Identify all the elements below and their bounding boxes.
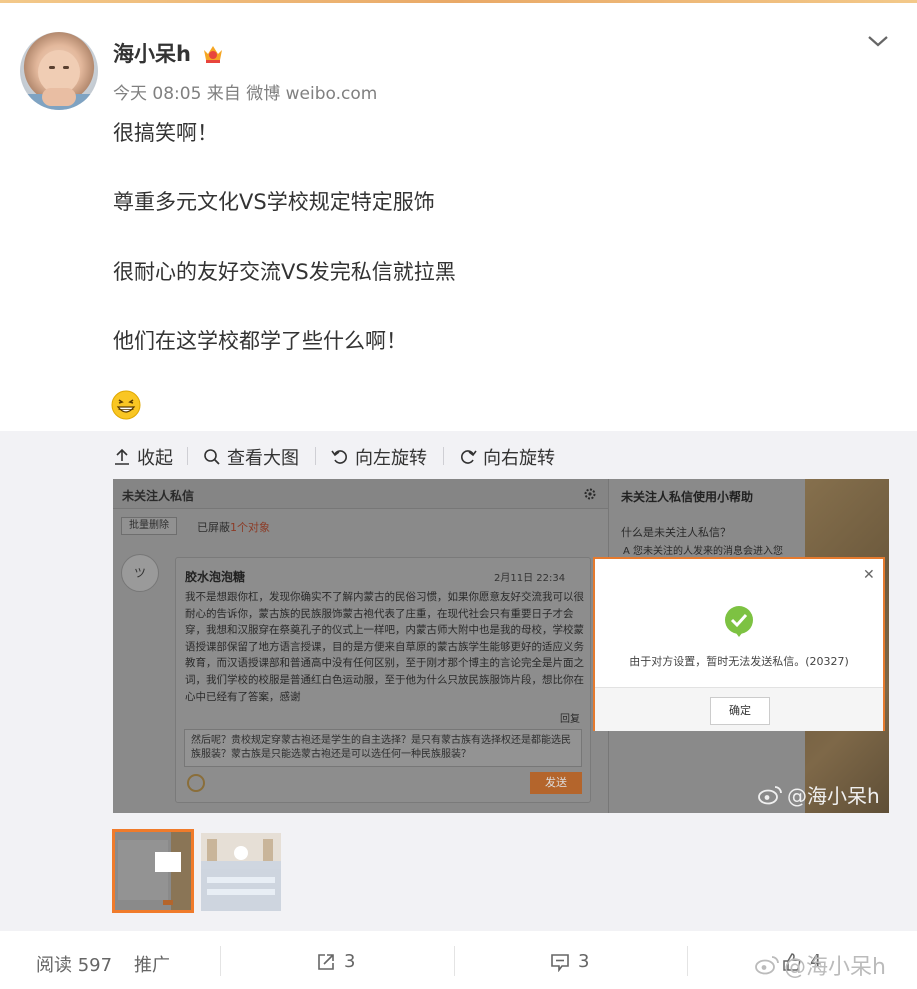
rotate-right-icon xyxy=(461,450,477,464)
toolbar-divider xyxy=(315,447,316,465)
post-footer: 阅读 597 推广 3 3 4 @海小呆h xyxy=(0,931,917,989)
error-dialog: ✕ 由于对方设置，暂时无法发送私信。(20327) 确定 xyxy=(593,557,885,731)
username[interactable]: 海小呆h xyxy=(113,38,191,68)
batch-delete-button: 批量删除 xyxy=(121,517,177,535)
toolbar-divider xyxy=(187,447,188,465)
weibo-logo-icon xyxy=(755,956,779,975)
collapse-label: 收起 xyxy=(137,448,173,469)
rotate-left-icon xyxy=(331,450,347,464)
post-meta[interactable]: 今天 08:05 来自 微博 weibo.com xyxy=(113,79,377,104)
footer-watermark: @海小呆h xyxy=(754,949,886,981)
avatar-eye xyxy=(63,66,69,69)
weibo-logo-icon xyxy=(758,785,782,804)
image-watermark: @海小呆h xyxy=(757,780,880,809)
top-strip xyxy=(0,0,917,3)
post-text-line: 很耐心的友好交流VS发完私信就拉黑 xyxy=(113,260,456,284)
sender-avatar: ツ xyxy=(121,554,159,592)
send-button: 发送 xyxy=(530,772,582,794)
confirm-button: 确定 xyxy=(710,697,770,725)
blocked-status: 已屏蔽1个对象 xyxy=(197,519,270,535)
collapse-icon xyxy=(115,448,129,465)
view-large-label: 查看大图 xyxy=(227,448,299,469)
image-watermark-text: @海小呆h xyxy=(787,784,880,808)
sender-name: 胶水泡泡糖 xyxy=(185,570,246,584)
footer-watermark-text: @海小呆h xyxy=(784,955,886,980)
footer-divider xyxy=(220,946,221,976)
help-question: 什么是未关注人私信？ xyxy=(621,526,731,539)
vip-crown-icon[interactable] xyxy=(201,42,225,64)
avatar-eye xyxy=(49,66,55,69)
rotate-left-label: 向左旋转 xyxy=(355,448,427,469)
footer-divider xyxy=(687,946,688,976)
smile-icon xyxy=(187,774,205,792)
media-toolbar: 收起 查看大图 向左旋转 向右旋转 xyxy=(0,431,917,479)
close-icon: ✕ xyxy=(863,567,875,583)
avatar-hand xyxy=(42,88,76,106)
collapse-button[interactable]: 收起 xyxy=(113,444,173,470)
comment-button[interactable]: 3 xyxy=(550,951,589,972)
dialog-footer: 确定 xyxy=(595,687,883,731)
avatar[interactable] xyxy=(20,32,98,110)
pm-title: 未关注人私信 xyxy=(122,489,195,503)
repost-button[interactable]: 3 xyxy=(316,951,355,972)
read-count: 阅读 597 xyxy=(36,951,112,977)
reply-label: 回复 xyxy=(560,714,580,725)
chevron-down-icon[interactable] xyxy=(866,32,890,50)
thumbnail[interactable] xyxy=(201,833,281,911)
share-icon xyxy=(318,953,334,970)
rotate-right-label: 向右旋转 xyxy=(483,448,555,469)
read-count-text: 阅读 597 xyxy=(36,955,113,976)
blocked-count: 1个对象 xyxy=(230,521,270,534)
post-text-line: 尊重多元文化VS学校规定特定服饰 xyxy=(113,190,435,214)
gear-icon xyxy=(584,488,596,500)
toolbar-divider xyxy=(443,447,444,465)
comment-icon xyxy=(551,953,569,972)
help-answer: A 您未关注的人发来的消息会进入您 xyxy=(623,546,784,557)
footer-divider xyxy=(454,946,455,976)
view-large-button[interactable]: 查看大图 xyxy=(203,444,299,470)
post-image[interactable]: 未关注人私信 批量删除 已屏蔽1个对象 ツ 胶水泡泡糖 2月11日 22:34 … xyxy=(113,479,889,813)
message-card: 胶水泡泡糖 2月11日 22:34 我不是想跟你杠，发现你确实不了解内蒙古的民俗… xyxy=(175,557,591,803)
message-body: 我不是想跟你杠，发现你确实不了解内蒙古的民俗习惯，如果你愿意友好交流我可以很耐心… xyxy=(185,591,584,703)
pm-panel: 未关注人私信 批量删除 已屏蔽1个对象 ツ 胶水泡泡糖 2月11日 22:34 … xyxy=(113,479,608,813)
thumbnail-preview xyxy=(201,833,281,911)
post-text-line: 很搞笑啊！ xyxy=(113,121,218,145)
thumbnail-preview xyxy=(115,832,191,910)
search-icon xyxy=(204,449,220,465)
repost-count: 3 xyxy=(344,951,356,972)
rotate-right-button[interactable]: 向右旋转 xyxy=(459,444,555,470)
help-title: 未关注人私信使用小帮助 xyxy=(621,490,754,504)
post-text-line: 他们在这学校都学了些什么啊！ xyxy=(113,329,407,353)
rotate-left-button[interactable]: 向左旋转 xyxy=(331,444,427,470)
thumbnail-selected[interactable] xyxy=(112,829,194,913)
promote-button[interactable]: 推广 xyxy=(134,951,170,977)
dialog-message: 由于对方设置，暂时无法发送私信。(20327) xyxy=(629,655,849,668)
reply-input: 然后呢？贵校规定穿蒙古袍还是学生的自主选择？是只有蒙古族有选择权还是都能选民族服… xyxy=(184,729,582,767)
message-date: 2月11日 22:34 xyxy=(494,573,566,584)
promote-label: 推广 xyxy=(134,955,170,976)
blocked-prefix: 已屏蔽 xyxy=(197,521,230,534)
comment-count: 3 xyxy=(578,951,590,972)
grin-emoji-icon xyxy=(111,390,141,420)
check-circle-icon xyxy=(725,606,753,637)
